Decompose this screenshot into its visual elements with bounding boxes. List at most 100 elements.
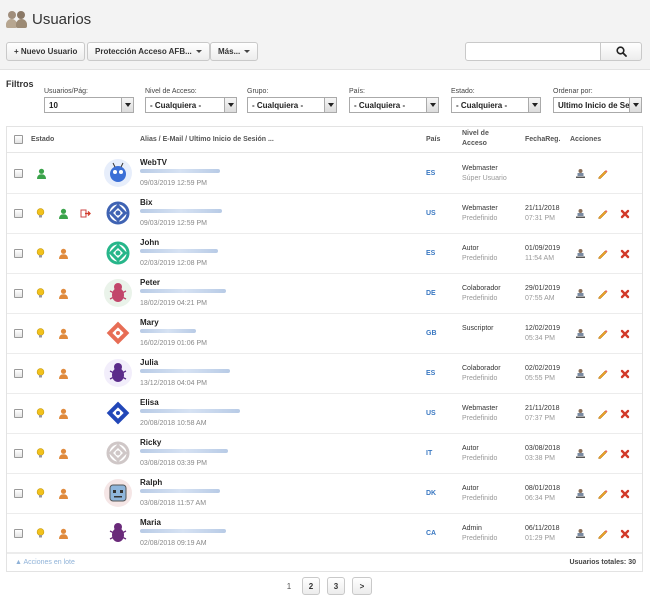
order-by-select[interactable]: Ultimo Inicio de Se: [553, 97, 642, 113]
header-level-line2[interactable]: Acceso: [462, 140, 487, 147]
user-alias[interactable]: Mary: [140, 318, 159, 327]
user-inactive-icon[interactable]: [58, 328, 69, 341]
permissions-icon[interactable]: [575, 248, 586, 261]
edit-pencil-icon[interactable]: [597, 288, 608, 301]
country-select[interactable]: - Cualquiera -: [349, 97, 439, 113]
permissions-icon[interactable]: [575, 408, 586, 421]
edit-pencil-icon[interactable]: [597, 528, 608, 541]
permissions-icon[interactable]: [575, 288, 586, 301]
permissions-icon[interactable]: [575, 528, 586, 541]
user-country[interactable]: CA: [426, 530, 436, 537]
user-country[interactable]: US: [426, 410, 436, 417]
row-checkbox[interactable]: [14, 169, 23, 178]
user-alias[interactable]: Julia: [140, 358, 158, 367]
delete-icon[interactable]: [620, 489, 630, 501]
row-checkbox[interactable]: [14, 489, 23, 498]
access-level-select[interactable]: - Cualquiera -: [145, 97, 237, 113]
row-checkbox[interactable]: [14, 529, 23, 538]
lightbulb-icon[interactable]: [36, 248, 45, 261]
row-checkbox[interactable]: [14, 209, 23, 218]
user-country[interactable]: GB: [426, 330, 437, 337]
page-2-button[interactable]: 2: [302, 577, 320, 595]
user-inactive-icon[interactable]: [58, 488, 69, 501]
permissions-icon[interactable]: [575, 488, 586, 501]
header-level-line1[interactable]: Nivel de: [462, 130, 489, 137]
delete-icon[interactable]: [620, 329, 630, 341]
delete-icon[interactable]: [620, 369, 630, 381]
delete-icon[interactable]: [620, 529, 630, 541]
search-input[interactable]: [465, 42, 601, 61]
row-checkbox[interactable]: [14, 409, 23, 418]
user-country[interactable]: IT: [426, 450, 432, 457]
user-alias[interactable]: Ralph: [140, 478, 162, 487]
header-reg-date[interactable]: FechaReg.: [525, 136, 560, 143]
permissions-icon[interactable]: [575, 168, 586, 181]
user-alias[interactable]: Ricky: [140, 438, 161, 447]
edit-pencil-icon[interactable]: [597, 328, 608, 341]
row-checkbox[interactable]: [14, 369, 23, 378]
lightbulb-icon[interactable]: [36, 408, 45, 421]
new-user-button[interactable]: + Nuevo Usuario: [6, 42, 86, 61]
more-dropdown-button[interactable]: Más...: [210, 42, 259, 61]
user-alias[interactable]: John: [140, 238, 159, 247]
user-inactive-icon[interactable]: [58, 448, 69, 461]
select-all-checkbox[interactable]: [14, 135, 23, 144]
header-country[interactable]: País: [426, 136, 440, 143]
user-country[interactable]: US: [426, 210, 436, 217]
delete-icon[interactable]: [620, 409, 630, 421]
lightbulb-icon[interactable]: [36, 448, 45, 461]
delete-icon[interactable]: [620, 249, 630, 261]
row-checkbox[interactable]: [14, 329, 23, 338]
delete-icon[interactable]: [620, 289, 630, 301]
user-country[interactable]: DK: [426, 490, 436, 497]
lightbulb-icon[interactable]: [36, 488, 45, 501]
protection-dropdown-button[interactable]: Protección Acceso AFB...: [87, 42, 210, 61]
row-checkbox[interactable]: [14, 449, 23, 458]
user-inactive-icon[interactable]: [58, 248, 69, 261]
next-page-button[interactable]: >: [352, 577, 372, 595]
user-inactive-icon[interactable]: [58, 288, 69, 301]
page-3-button[interactable]: 3: [327, 577, 345, 595]
header-state[interactable]: Estado: [31, 136, 54, 143]
search-button[interactable]: [600, 42, 642, 61]
user-alias[interactable]: Bix: [140, 198, 152, 207]
permissions-icon[interactable]: [575, 208, 586, 221]
user-alias[interactable]: Elisa: [140, 398, 159, 407]
edit-pencil-icon[interactable]: [597, 208, 608, 221]
group-select[interactable]: - Cualquiera -: [247, 97, 337, 113]
edit-pencil-icon[interactable]: [597, 368, 608, 381]
user-country[interactable]: ES: [426, 370, 435, 377]
lightbulb-icon[interactable]: [36, 368, 45, 381]
logout-icon[interactable]: [80, 208, 91, 221]
permissions-icon[interactable]: [575, 328, 586, 341]
lightbulb-icon[interactable]: [36, 328, 45, 341]
permissions-icon[interactable]: [575, 368, 586, 381]
lightbulb-icon[interactable]: [36, 208, 45, 221]
lightbulb-icon[interactable]: [36, 528, 45, 541]
edit-pencil-icon[interactable]: [597, 168, 608, 181]
header-alias[interactable]: Alias / E-Mail / Ultimo Inicio de Sesión…: [140, 136, 274, 143]
user-country[interactable]: ES: [426, 250, 435, 257]
delete-icon[interactable]: [620, 209, 630, 221]
delete-icon[interactable]: [620, 449, 630, 461]
per-page-select[interactable]: 10: [44, 97, 134, 113]
lightbulb-icon[interactable]: [36, 288, 45, 301]
user-active-icon[interactable]: [36, 168, 47, 181]
batch-actions-link[interactable]: ▲ Acciones en lote: [15, 559, 75, 566]
user-alias[interactable]: Maria: [140, 518, 161, 527]
edit-pencil-icon[interactable]: [597, 408, 608, 421]
edit-pencil-icon[interactable]: [597, 488, 608, 501]
row-checkbox[interactable]: [14, 289, 23, 298]
permissions-icon[interactable]: [575, 448, 586, 461]
user-inactive-icon[interactable]: [58, 368, 69, 381]
user-active-icon[interactable]: [58, 208, 69, 221]
user-country[interactable]: DE: [426, 290, 436, 297]
user-inactive-icon[interactable]: [58, 528, 69, 541]
user-inactive-icon[interactable]: [58, 408, 69, 421]
state-select[interactable]: - Cualquiera -: [451, 97, 541, 113]
user-country[interactable]: ES: [426, 170, 435, 177]
row-checkbox[interactable]: [14, 249, 23, 258]
user-alias[interactable]: Peter: [140, 278, 160, 287]
edit-pencil-icon[interactable]: [597, 248, 608, 261]
user-alias[interactable]: WebTV: [140, 158, 167, 167]
